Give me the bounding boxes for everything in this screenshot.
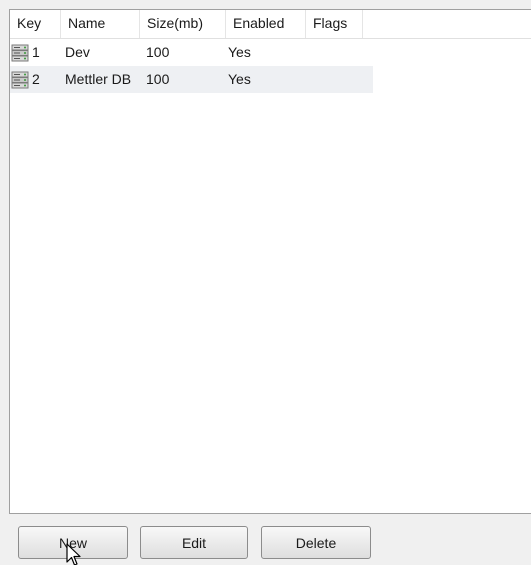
delete-button[interactable]: Delete (261, 526, 371, 559)
row-key: 1 (32, 44, 40, 60)
database-icon (11, 44, 29, 61)
row-flags (306, 66, 363, 93)
database-list[interactable]: Key Name Size(mb) Enabled Flags 1 Dev 10… (9, 9, 531, 514)
row-name: Mettler DB (65, 71, 132, 87)
database-manager-window: Key Name Size(mb) Enabled Flags 1 Dev 10… (0, 0, 531, 565)
row-key-cell: 1 (10, 39, 61, 66)
column-header-name[interactable]: Name (61, 10, 140, 38)
table-row[interactable]: 2 Mettler DB 100 Yes (10, 66, 531, 93)
database-icon (11, 71, 29, 88)
column-header-key[interactable]: Key (10, 10, 61, 38)
new-button[interactable]: New (18, 526, 128, 559)
list-rows: 1 Dev 100 Yes 2 Mettler DB 100 Yes (10, 39, 531, 93)
row-key: 2 (32, 71, 40, 87)
row-name: Dev (65, 44, 90, 60)
row-enabled: Yes (228, 71, 251, 87)
column-header-flags[interactable]: Flags (306, 10, 363, 38)
list-header: Key Name Size(mb) Enabled Flags (10, 10, 531, 39)
column-header-size[interactable]: Size(mb) (140, 10, 226, 38)
column-header-enabled[interactable]: Enabled (226, 10, 306, 38)
row-size: 100 (146, 44, 170, 60)
edit-button[interactable]: Edit (140, 526, 248, 559)
row-key-cell: 2 (10, 66, 61, 93)
row-size: 100 (146, 71, 170, 87)
row-enabled: Yes (228, 44, 251, 60)
table-row[interactable]: 1 Dev 100 Yes (10, 39, 531, 66)
column-header-filler (363, 10, 531, 38)
row-flags (306, 39, 363, 66)
